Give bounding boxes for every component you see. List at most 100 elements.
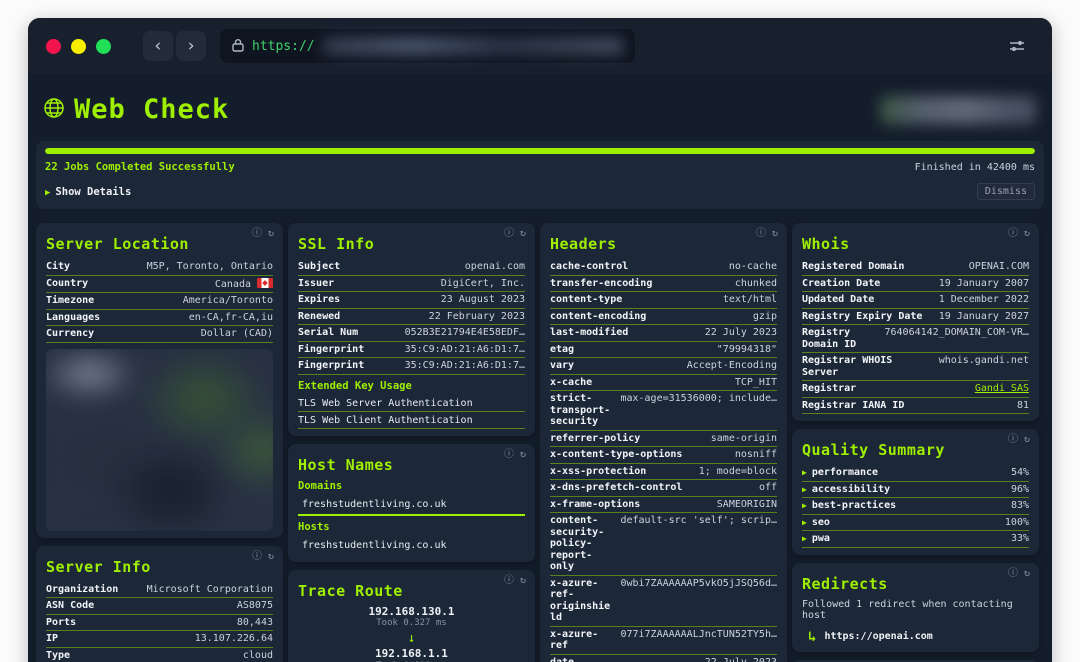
refresh-icon[interactable]: ↻: [520, 229, 526, 239]
data-row[interactable]: ▶ seo 100%: [802, 515, 1029, 531]
row-label: x-dns-prefetch-control: [550, 482, 683, 493]
row-value: gzip: [752, 310, 777, 322]
data-row[interactable]: ▶ best-practices 83%: [802, 498, 1029, 515]
row-value: text/html: [722, 294, 777, 305]
row-label: etag: [550, 343, 575, 355]
redirects-description: Followed 1 redirect when contacting host: [802, 598, 1013, 621]
lock-icon: [232, 37, 244, 56]
data-row: Registrar WHOIS Server whois.gandi.net: [802, 353, 1029, 381]
progress-bar: [45, 148, 1035, 154]
data-row: Fingerprint 35:C9:AD:21:A6:D1:7…: [298, 342, 525, 358]
info-icon[interactable]: ⓘ: [504, 449, 514, 460]
row-label: Subject: [298, 261, 341, 272]
refresh-icon[interactable]: ↻: [268, 229, 274, 239]
maximize-window-button[interactable]: [96, 38, 111, 54]
info-icon[interactable]: ⓘ: [756, 229, 766, 239]
expand-arrow-icon: ▶: [802, 484, 807, 494]
row-value: Dollar (CAD): [200, 328, 273, 339]
data-row: strict-transport-security max-age=3153600…: [550, 391, 777, 431]
expand-arrow-icon: ▶: [802, 501, 807, 510]
row-label: Creation Date: [802, 277, 881, 289]
data-row: Registrar Gandi SAS: [802, 381, 1029, 398]
row-label: ▶ best-practices: [802, 500, 897, 511]
trace-hop: 192.168.1.1Took 0.606 ms↓: [375, 647, 448, 662]
browser-chrome: ‹ › https://: [28, 18, 1052, 74]
row-value: M5P, Toronto, Ontario: [146, 261, 273, 272]
card-title: Host Names: [298, 455, 394, 474]
card-title: Trace Route: [298, 581, 403, 600]
grid-column-2: ⓘ ↻ SSL Info Subject openai.com Issuer Digi…: [288, 223, 535, 662]
refresh-icon[interactable]: ↻: [772, 229, 778, 239]
close-window-button[interactable]: [46, 38, 61, 54]
cards-grid: ⓘ ↻ Server Location City M5P, Toronto, On…: [28, 223, 1052, 662]
row-label: Organization: [46, 583, 119, 595]
row-value: America/Toronto: [182, 295, 273, 306]
row-label: x-azure-ref: [550, 628, 599, 652]
data-row: Expires 23 August 2023: [298, 292, 525, 309]
row-value: 22 February 2023: [428, 310, 525, 322]
card-server-info: ⓘ ↻ Server Info Organization Microsoft Co…: [36, 545, 283, 662]
row-label: ASN Code: [46, 600, 95, 611]
data-row: x-azure-ref-originshield 0wbi7ZAAAAAAP5vk…: [550, 576, 777, 627]
data-row[interactable]: ▶ performance 54%: [802, 465, 1029, 482]
row-label: ▶ seo: [802, 516, 830, 528]
minimize-window-button[interactable]: [71, 38, 86, 54]
row-label: vary: [550, 360, 575, 371]
row-label: Country: [46, 277, 89, 289]
card-server-location: ⓘ ↻ Server Location City M5P, Toronto, On…: [36, 223, 283, 538]
info-icon[interactable]: ⓘ: [504, 575, 514, 586]
globe-icon: [42, 96, 66, 124]
row-label: Ports: [46, 616, 77, 628]
info-icon[interactable]: ⓘ: [1008, 568, 1018, 579]
show-details-toggle[interactable]: ▶ Show Details: [45, 186, 131, 198]
data-row[interactable]: ▶ accessibility 96%: [802, 482, 1029, 498]
refresh-icon[interactable]: ↻: [1024, 229, 1030, 239]
location-map[interactable]: [46, 348, 273, 531]
row-value-link[interactable]: Gandi SAS: [975, 383, 1029, 395]
info-icon[interactable]: ⓘ: [504, 229, 514, 239]
card-title: Quality Summary: [802, 441, 945, 459]
refresh-icon[interactable]: ↻: [268, 551, 274, 562]
row-label: date: [550, 656, 575, 662]
hop-latency: Took 0.327 ms: [376, 618, 447, 629]
progress-bar-fill: [45, 148, 1035, 154]
host-item: freshstudentliving.co.uk: [302, 539, 447, 551]
info-icon[interactable]: ⓘ: [252, 229, 262, 239]
brand[interactable]: Web Check: [42, 94, 229, 125]
card-quality-summary: ⓘ ↻ Quality Summary ▶ performance 54% ▶ acce…: [792, 429, 1039, 555]
refresh-icon[interactable]: ↻: [1024, 435, 1030, 445]
masked-target-url-chip[interactable]: [880, 95, 1036, 124]
data-row: content-encoding gzip: [550, 309, 777, 325]
row-label: content-security-policy-report-only: [550, 515, 605, 572]
url-bar[interactable]: https://: [220, 29, 635, 63]
row-value: Canada: [215, 277, 273, 291]
data-row: IP 13.107.226.64: [46, 631, 273, 648]
expand-arrow-icon: ▶: [802, 517, 807, 527]
kv-table: Registered Domain OPENAI.COM Creation Date…: [802, 259, 1029, 414]
data-row: x-azure-ref 077i7ZAAAAAALJncTUN52TY5h…: [550, 627, 777, 655]
url-protocol-text: https://: [252, 38, 315, 54]
info-icon[interactable]: ⓘ: [1008, 229, 1018, 239]
info-icon[interactable]: ⓘ: [252, 551, 262, 562]
data-row: vary Accept-Encoding: [550, 358, 777, 375]
data-row: Languages en-CA,fr-CA,iu: [46, 310, 273, 326]
refresh-icon[interactable]: ↻: [1024, 568, 1030, 579]
row-label: x-frame-options: [550, 498, 641, 510]
refresh-icon[interactable]: ↻: [520, 449, 526, 460]
kv-table: City M5P, Toronto, Ontario Country Canada Ti…: [46, 259, 273, 343]
row-label: ▶ pwa: [802, 533, 830, 544]
row-value: en-CA,fr-CA,iu: [188, 311, 273, 323]
row-value: DigiCert, Inc.: [440, 277, 525, 289]
card-title: Server Location: [46, 235, 189, 253]
info-icon[interactable]: ⓘ: [1008, 435, 1018, 445]
refresh-icon[interactable]: ↻: [520, 575, 526, 586]
data-row: etag "79994318": [550, 342, 777, 358]
trace-hops: 192.168.130.1Took 0.327 ms↓192.168.1.1To…: [298, 605, 525, 662]
hosts-subtitle: Hosts: [298, 520, 330, 533]
dismiss-button[interactable]: Dismiss: [976, 183, 1035, 200]
settings-tune-icon[interactable]: [1000, 29, 1034, 63]
forward-button[interactable]: ›: [176, 31, 206, 61]
data-row[interactable]: ▶ pwa 33%: [802, 531, 1029, 548]
row-value: 23 August 2023: [440, 294, 525, 305]
back-button[interactable]: ‹: [143, 31, 173, 61]
